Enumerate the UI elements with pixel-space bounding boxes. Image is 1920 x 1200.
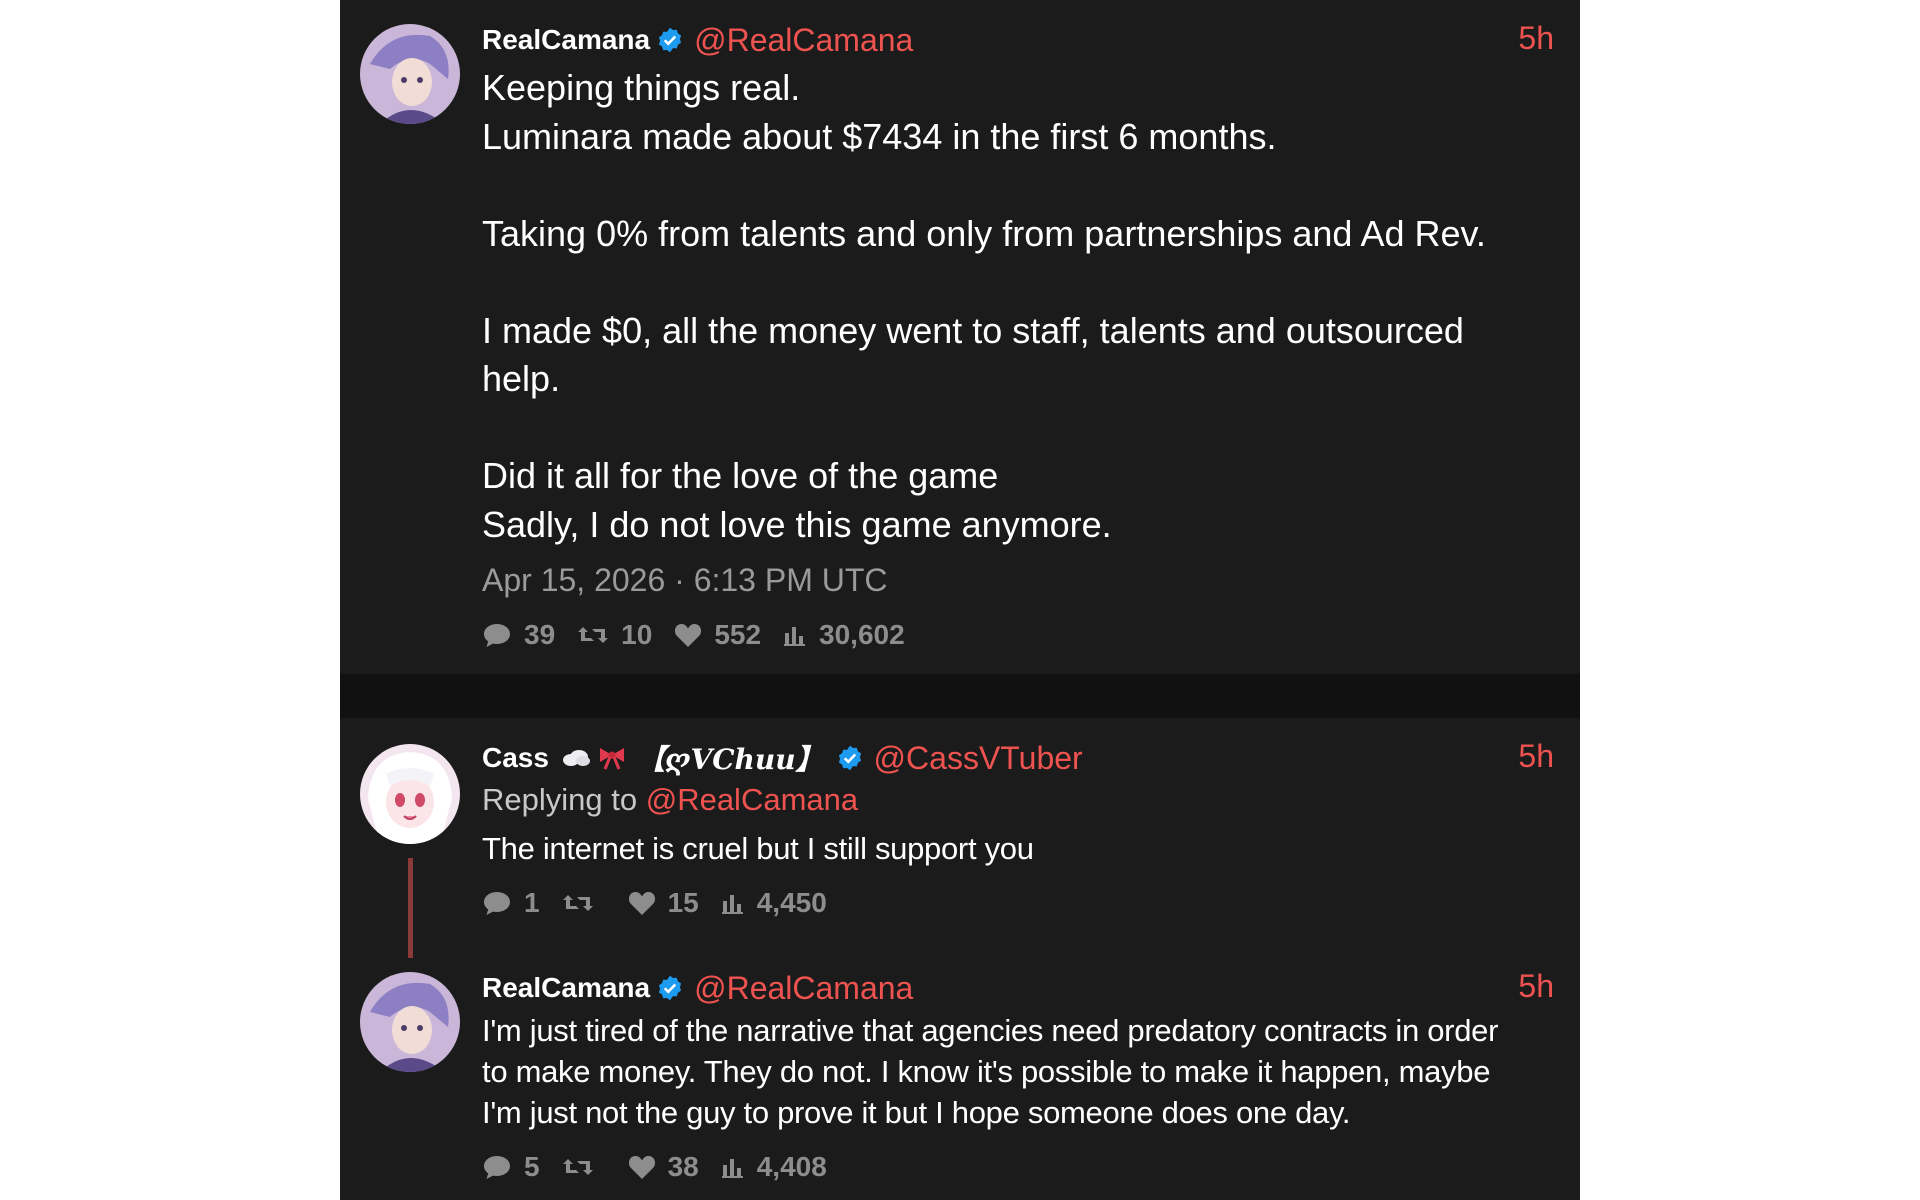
replying-handle-link[interactable]: @RealCamana [646, 782, 858, 817]
tweet-thread: RealCamana @RealCamana 5h Keeping things… [340, 0, 1580, 1200]
tweet-date[interactable]: Apr 15, 2026 · 6:13 PM UTC [482, 562, 888, 599]
like-stat[interactable]: 15 [628, 887, 699, 919]
tweet-stats: 1 15 4,450 [482, 886, 849, 920]
tweet-text: Keeping things real. Luminara made about… [482, 67, 1486, 545]
main-tweet[interactable]: RealCamana @RealCamana 5h Keeping things… [340, 0, 1580, 674]
tweet-stats: 39 10 552 30,602 [482, 618, 927, 652]
like-count: 552 [714, 619, 762, 650]
tweet-header: Cass 【ღVChuu】 @CassVTuber [482, 738, 1083, 778]
retweet-stat[interactable] [562, 1155, 606, 1179]
retweet-icon [578, 627, 609, 643]
author-tag: 【ღVChuu】 [636, 743, 824, 776]
tweet-header: RealCamana @RealCamana [482, 20, 913, 60]
like-stat[interactable]: 552 [674, 619, 761, 651]
verified-badge-icon [656, 26, 684, 54]
reply-stat[interactable]: 5 [482, 1151, 540, 1183]
cloud-emoji-icon [561, 748, 591, 768]
replying-prefix: Replying to [482, 782, 638, 817]
reply-icon [484, 1156, 510, 1179]
reply-icon [484, 892, 510, 915]
reply-count: 5 [524, 1151, 540, 1182]
author-name[interactable]: Cass [482, 742, 549, 774]
retweet-icon [562, 895, 593, 911]
views-count: 4,450 [756, 887, 827, 918]
views-count: 30,602 [819, 619, 905, 650]
tweet-header: RealCamana @RealCamana [482, 968, 913, 1008]
tweet-time[interactable]: 5h [1518, 738, 1554, 775]
reply-stat[interactable]: 39 [482, 619, 555, 651]
like-count: 15 [667, 887, 699, 918]
verified-badge-icon [656, 974, 684, 1002]
views-icon [784, 627, 806, 646]
like-count: 38 [667, 1151, 699, 1182]
tweet-text: I'm just tired of the narrative that age… [482, 1013, 1499, 1130]
replying-to: Replying to @RealCamana [482, 782, 858, 818]
retweet-stat[interactable]: 10 [577, 619, 652, 651]
tweet-time[interactable]: 5h [1518, 968, 1554, 1005]
views-icon [721, 895, 743, 914]
verified-badge-icon [836, 744, 864, 772]
tweet-time[interactable]: 5h [1518, 20, 1554, 57]
author-handle[interactable]: @RealCamana [694, 970, 913, 1007]
author-name[interactable]: RealCamana [482, 24, 650, 56]
like-stat[interactable]: 38 [628, 1151, 699, 1183]
retweet-stat[interactable] [562, 891, 606, 915]
thread-line [408, 858, 413, 958]
ribbon-emoji-icon [597, 745, 627, 771]
author-handle[interactable]: @RealCamana [694, 22, 913, 59]
views-stat[interactable]: 30,602 [783, 619, 905, 651]
reply-tweet[interactable]: Cass 【ღVChuu】 @CassVTuber 5h Replying to… [340, 718, 1580, 958]
retweet-icon [562, 1159, 593, 1175]
views-stat[interactable]: 4,408 [721, 1151, 827, 1183]
tweet-text: The internet is cruel but I still suppor… [482, 831, 1034, 866]
views-stat[interactable]: 4,450 [721, 887, 827, 919]
like-icon [628, 1156, 655, 1179]
like-icon [675, 624, 702, 647]
reply-icon [484, 624, 510, 647]
avatar[interactable] [360, 744, 460, 844]
reply-count: 39 [524, 619, 556, 650]
reply-tweet[interactable]: RealCamana @RealCamana 5h I'm just tired… [340, 958, 1580, 1200]
views-icon [721, 1159, 743, 1178]
separator [340, 674, 1580, 718]
tweet-stats: 5 38 4,408 [482, 1150, 849, 1184]
views-count: 4,408 [756, 1151, 827, 1182]
like-icon [628, 892, 655, 915]
author-handle[interactable]: @CassVTuber [874, 740, 1083, 777]
reply-stat[interactable]: 1 [482, 887, 540, 919]
reply-count: 1 [524, 887, 540, 918]
avatar[interactable] [360, 972, 460, 1072]
retweet-count: 10 [621, 619, 653, 650]
avatar[interactable] [360, 24, 460, 124]
author-name[interactable]: RealCamana [482, 972, 650, 1004]
